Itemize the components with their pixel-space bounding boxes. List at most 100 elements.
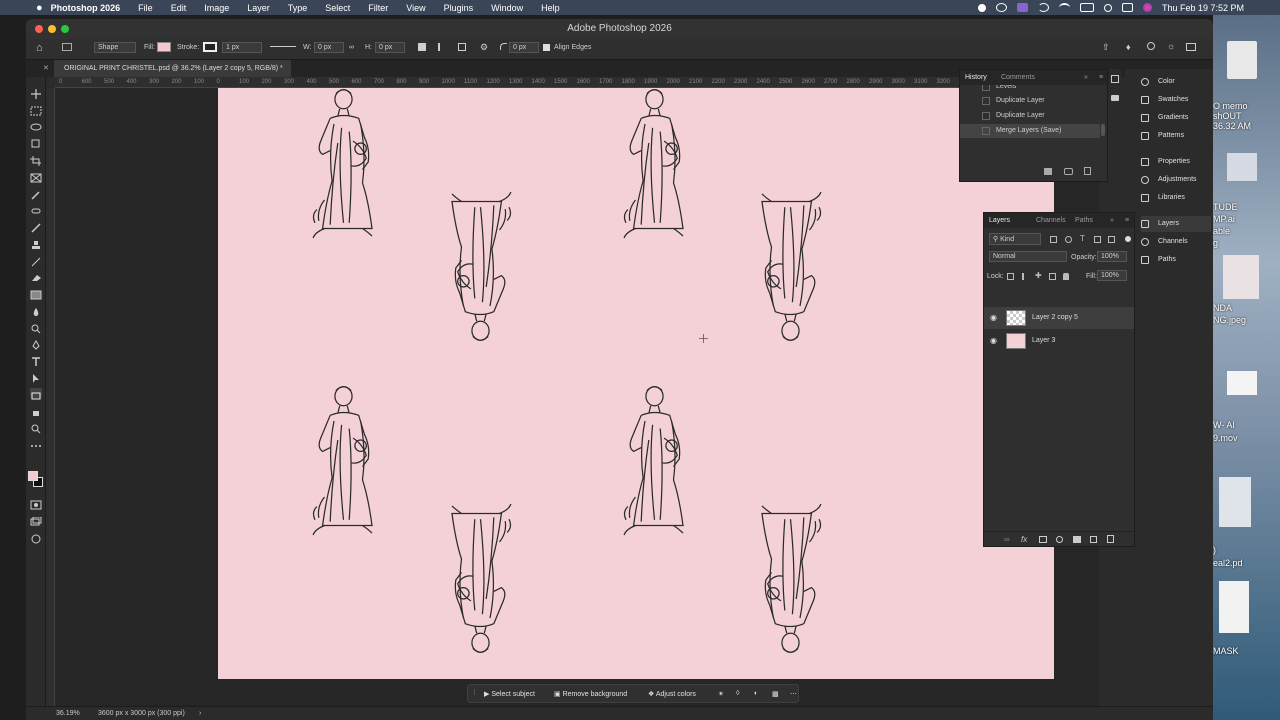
menu-plugins[interactable]: Plugins — [435, 3, 483, 13]
type-tool-icon[interactable] — [30, 354, 42, 366]
history-brush-tool-icon[interactable] — [30, 254, 42, 267]
menu-image[interactable]: Image — [195, 3, 238, 13]
desktop-file-icon[interactable] — [1227, 371, 1257, 395]
lasso-tool-icon[interactable] — [30, 120, 42, 131]
rectangle-tool-icon[interactable] — [30, 388, 42, 400]
apple-menu-icon[interactable]: ● — [0, 2, 47, 14]
fill-swatch[interactable] — [157, 42, 171, 52]
document-canvas[interactable] — [218, 88, 1054, 679]
marquee-tool-icon[interactable] — [30, 103, 42, 116]
corner-radius-field[interactable]: 0 px — [509, 42, 539, 53]
panel-channels[interactable]: Channels — [1141, 234, 1211, 250]
control-center-icon[interactable] — [1121, 3, 1133, 12]
search-icon[interactable] — [1103, 3, 1112, 12]
history-panel-icon[interactable] — [1111, 75, 1119, 83]
zoom-level[interactable]: 36.19% — [56, 710, 80, 717]
pattern-icon[interactable]: ▩ — [772, 690, 779, 698]
new-group-icon[interactable] — [1073, 536, 1081, 543]
close-tab-icon[interactable]: ✕ — [43, 64, 49, 72]
tab-history[interactable]: History — [965, 74, 987, 81]
collapse-panel-icon[interactable]: » — [1084, 74, 1088, 81]
menu-edit[interactable]: Edit — [162, 3, 196, 13]
moon-icon[interactable] — [1037, 3, 1049, 12]
history-state[interactable]: Levels — [960, 85, 1100, 93]
menu-layer[interactable]: Layer — [238, 3, 279, 13]
edit-toolbar-icon[interactable] — [30, 531, 42, 544]
menu-filter[interactable]: Filter — [359, 3, 397, 13]
history-scrollbar[interactable] — [1101, 124, 1105, 136]
gradient-tool-icon[interactable] — [30, 287, 42, 300]
history-state[interactable]: Duplicate Layer — [960, 94, 1100, 108]
panel-menu-icon[interactable]: ≡ — [1125, 217, 1129, 224]
layer-thumbnail[interactable] — [1006, 310, 1026, 326]
layer-row[interactable]: ◉ Layer 3 — [984, 330, 1134, 352]
history-state[interactable]: Duplicate Layer — [960, 109, 1100, 123]
record-icon[interactable] — [977, 3, 986, 12]
path-arrangement-icon[interactable] — [458, 43, 466, 51]
close-window-button[interactable] — [35, 25, 43, 33]
workspace-icon[interactable] — [1186, 43, 1196, 51]
transform-icon[interactable]: ◊ — [736, 690, 739, 697]
menu-select[interactable]: Select — [316, 3, 359, 13]
panel-layers[interactable]: Layers — [1141, 216, 1211, 232]
drag-handle-icon[interactable]: ⋮ — [471, 688, 478, 696]
move-tool-icon[interactable] — [30, 86, 42, 99]
discover-icon[interactable]: ☼ — [1167, 41, 1175, 51]
link-layers-icon[interactable]: ∞ — [1004, 535, 1010, 544]
filter-smart-object-icon[interactable] — [1108, 236, 1115, 243]
clone-stamp-tool-icon[interactable] — [30, 237, 42, 249]
layer-name[interactable]: Layer 2 copy 5 — [1032, 314, 1078, 321]
panel-patterns[interactable]: Patterns — [1141, 128, 1211, 144]
stage-manager-icon[interactable] — [1016, 3, 1028, 12]
stroke-width-field[interactable]: 1 px — [222, 42, 262, 53]
history-state-selected[interactable]: Merge Layers (Save) — [960, 124, 1100, 138]
trash-icon[interactable] — [1084, 167, 1091, 175]
panel-menu-icon[interactable]: ≡ — [1099, 74, 1103, 81]
menu-file[interactable]: File — [129, 3, 162, 13]
camera-icon[interactable] — [1064, 168, 1073, 175]
collapse-panel-icon[interactable]: » — [1110, 217, 1114, 224]
shape-tool-preset-icon[interactable] — [62, 43, 72, 51]
gear-icon[interactable]: ⚙ — [480, 42, 488, 53]
filter-pixel-icon[interactable] — [1050, 236, 1057, 243]
hand-tool-icon[interactable] — [30, 404, 42, 416]
wifi-icon[interactable] — [1058, 3, 1070, 12]
menu-type[interactable]: Type — [279, 3, 317, 13]
desktop-file-icon[interactable] — [1219, 477, 1251, 527]
comments-panel-icon[interactable] — [1111, 95, 1119, 101]
visibility-eye-icon[interactable]: ◉ — [990, 336, 997, 345]
creative-cloud-icon[interactable] — [995, 3, 1007, 12]
pen-tool-icon[interactable] — [30, 337, 42, 350]
path-operations-icon[interactable] — [418, 43, 426, 51]
quick-mask-icon[interactable] — [30, 497, 42, 510]
opacity-field[interactable]: 100% — [1097, 251, 1127, 262]
panel-swatches[interactable]: Swatches — [1141, 92, 1211, 108]
stroke-type-select[interactable] — [270, 46, 296, 47]
object-selection-tool-icon[interactable] — [30, 136, 42, 148]
more-options-icon[interactable]: ⋯ — [790, 690, 797, 698]
new-document-from-state-icon[interactable] — [1044, 168, 1052, 175]
desktop-file-icon[interactable] — [1227, 153, 1257, 181]
filter-shape-icon[interactable] — [1094, 236, 1101, 243]
width-field[interactable]: 0 px — [314, 42, 344, 53]
frame-tool-icon[interactable] — [30, 170, 42, 183]
path-selection-tool-icon[interactable] — [30, 371, 42, 383]
lock-all-icon[interactable] — [1063, 273, 1069, 280]
lock-image-icon[interactable] — [1022, 273, 1029, 280]
panel-adjustments[interactable]: Adjustments — [1141, 172, 1211, 188]
align-edges-checkbox[interactable] — [543, 44, 550, 51]
layer-row-selected[interactable]: ◉ Layer 2 copy 5 — [984, 307, 1134, 329]
desktop-file-icon[interactable] — [1223, 255, 1259, 299]
desktop-file-icon[interactable] — [1227, 41, 1257, 79]
more-tools-icon[interactable] — [30, 438, 42, 448]
tab-comments[interactable]: Comments — [1001, 74, 1035, 81]
healing-brush-tool-icon[interactable] — [30, 203, 42, 214]
screen-mode-icon[interactable] — [30, 514, 42, 526]
link-icon[interactable]: ∞ — [349, 44, 354, 51]
document-tab[interactable]: ORIGINAL PRINT CHRISTEL.psd @ 36.2% (Lay… — [54, 60, 291, 77]
foreground-color-swatch[interactable] — [28, 471, 38, 481]
dodge-tool-icon[interactable] — [30, 321, 42, 334]
mask-icon[interactable]: ◐ — [754, 690, 758, 697]
adjust-colors-button[interactable]: ❖ Adjust colors — [648, 690, 696, 698]
add-mask-icon[interactable] — [1039, 536, 1047, 543]
